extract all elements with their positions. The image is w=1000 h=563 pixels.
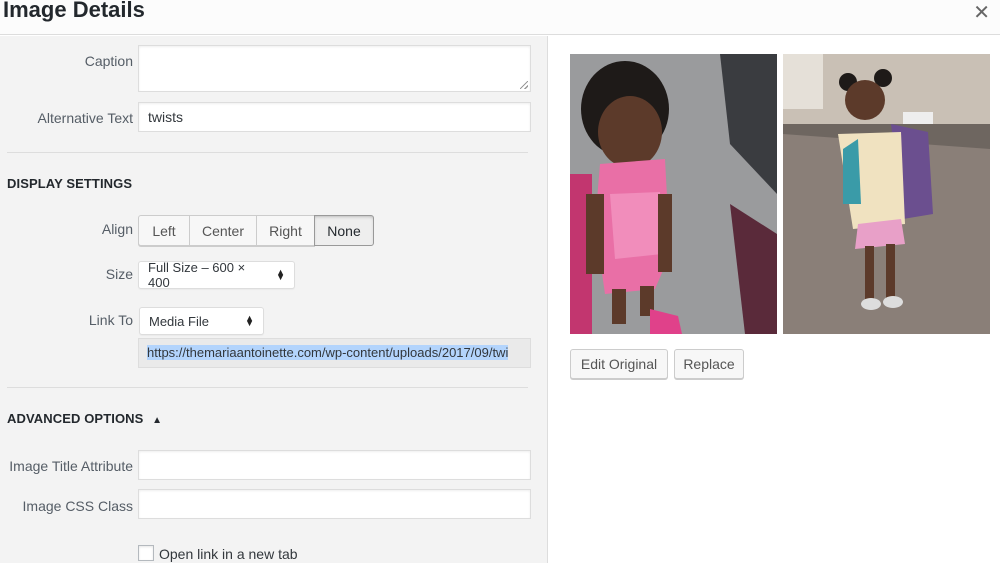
link-to-label: Link To (88, 312, 133, 328)
css-class-field[interactable] (138, 489, 531, 519)
align-left-button[interactable]: Left (138, 215, 190, 246)
divider (7, 387, 528, 388)
edit-original-button[interactable]: Edit Original (570, 349, 668, 379)
align-none-button[interactable]: None (314, 215, 374, 246)
resize-grip-icon[interactable] (520, 81, 528, 89)
image-thumbnail-1 (570, 54, 777, 334)
image-title-label: Image Title Attribute (9, 458, 133, 474)
align-center-button[interactable]: Center (189, 215, 257, 246)
align-right-button[interactable]: Right (256, 215, 315, 246)
triangle-up-icon: ▲ (152, 415, 163, 426)
alt-text-field[interactable]: twists (138, 102, 531, 132)
alt-text-label: Alternative Text (37, 110, 133, 126)
css-class-label: Image CSS Class (22, 498, 133, 514)
divider (7, 152, 528, 153)
link-to-select-value: Media File (149, 313, 209, 329)
modal-title: Image Details (3, 0, 145, 22)
advanced-options-toggle[interactable]: ADVANCED OPTIONS ▲ (7, 411, 162, 426)
replace-button[interactable]: Replace (674, 349, 744, 379)
image-thumbnail-2 (783, 54, 990, 334)
child-photo-image (570, 54, 777, 334)
settings-panel: Caption Alternative Text twists DISPLAY … (0, 36, 548, 563)
display-settings-title: DISPLAY SETTINGS (7, 176, 133, 191)
child-with-backpack-image (783, 54, 990, 334)
link-to-select[interactable]: Media File ▲ ▼ (139, 307, 264, 335)
size-select[interactable]: Full Size – 600 × 400 ▲ ▼ (138, 260, 295, 290)
image-title-field[interactable] (138, 450, 531, 480)
image-preview-panel: Edit Original Replace (549, 36, 1000, 563)
align-label: Align (101, 221, 133, 237)
size-label: Size (105, 266, 133, 282)
advanced-options-title: ADVANCED OPTIONS (7, 411, 144, 426)
size-select-value: Full Size – 600 × 400 (148, 260, 246, 290)
new-tab-checkbox[interactable] (138, 545, 154, 561)
new-tab-label: Open link in a new tab (159, 546, 298, 562)
select-arrows-icon: ▲ ▼ (245, 313, 254, 328)
modal-header: Image Details ✕ (0, 0, 1000, 35)
caption-field[interactable] (138, 45, 531, 92)
close-icon[interactable]: ✕ (973, 0, 990, 25)
align-button-group: Left Center Right None (138, 215, 374, 246)
link-url-field[interactable]: https://themariaantoinette.com/wp-conten… (138, 338, 531, 368)
caption-label: Caption (84, 53, 133, 69)
link-url-text: https://themariaantoinette.com/wp-conten… (147, 345, 509, 360)
select-arrows-icon: ▲ ▼ (276, 267, 285, 282)
